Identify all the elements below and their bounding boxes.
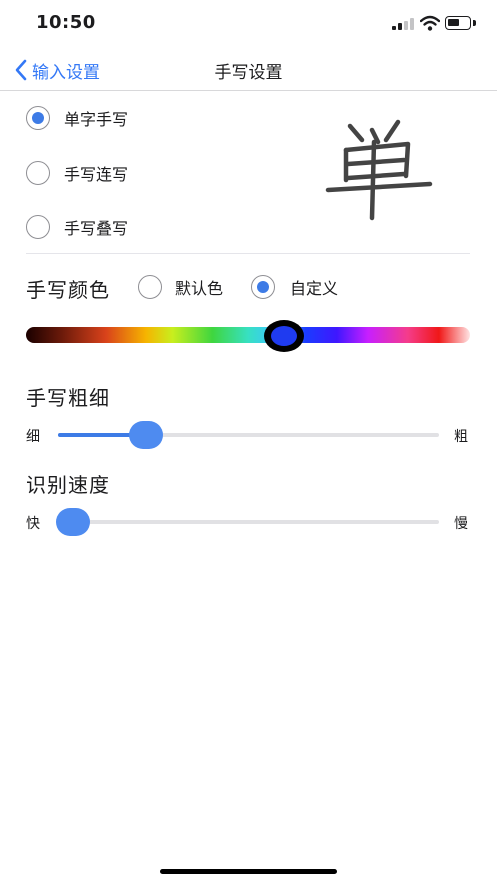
radio-unselected[interactable] xyxy=(26,215,50,239)
page-title: 手写设置 xyxy=(214,63,283,83)
speed-min-label: 快 xyxy=(26,516,40,532)
battery-tip xyxy=(473,20,476,26)
color-option-default[interactable]: 默认色 xyxy=(138,275,223,299)
mode-option-single[interactable]: 单字手写 xyxy=(26,106,128,130)
speed-section-title: 识别速度 xyxy=(26,473,110,497)
thickness-max-label: 粗 xyxy=(454,429,468,445)
home-indicator xyxy=(160,869,337,874)
status-time: 10:50 xyxy=(36,12,96,33)
color-option-custom[interactable]: 自定义 xyxy=(251,275,338,299)
handwriting-preview xyxy=(325,119,433,221)
mode-label: 单字手写 xyxy=(64,110,129,129)
color-spectrum-slider[interactable] xyxy=(26,327,470,343)
thickness-min-label: 细 xyxy=(26,429,40,445)
speed-max-label: 慢 xyxy=(454,516,468,532)
color-option-label: 自定义 xyxy=(290,279,339,298)
mode-label: 手写连写 xyxy=(64,165,129,184)
radio-unselected[interactable] xyxy=(138,275,162,299)
radio-selected[interactable] xyxy=(26,106,50,130)
speed-slider-thumb[interactable] xyxy=(56,508,91,536)
color-section-title: 手写颜色 xyxy=(26,278,110,302)
radio-unselected[interactable] xyxy=(26,161,50,185)
thickness-section-title: 手写粗细 xyxy=(26,386,110,410)
mode-option-overlap[interactable]: 手写叠写 xyxy=(26,215,128,239)
speed-slider-track[interactable] xyxy=(58,520,439,524)
radio-selected[interactable] xyxy=(251,275,275,299)
wifi-icon xyxy=(419,15,441,31)
mode-option-continuous[interactable]: 手写连写 xyxy=(26,161,128,185)
section-divider xyxy=(26,253,470,254)
mode-label: 手写叠写 xyxy=(64,219,129,238)
color-slider-thumb[interactable] xyxy=(263,320,304,352)
color-option-label: 默认色 xyxy=(175,279,224,298)
cellular-signal-icon xyxy=(392,18,414,30)
nav-divider xyxy=(0,90,497,91)
battery-icon xyxy=(445,16,471,30)
thickness-slider-thumb[interactable] xyxy=(128,421,163,449)
